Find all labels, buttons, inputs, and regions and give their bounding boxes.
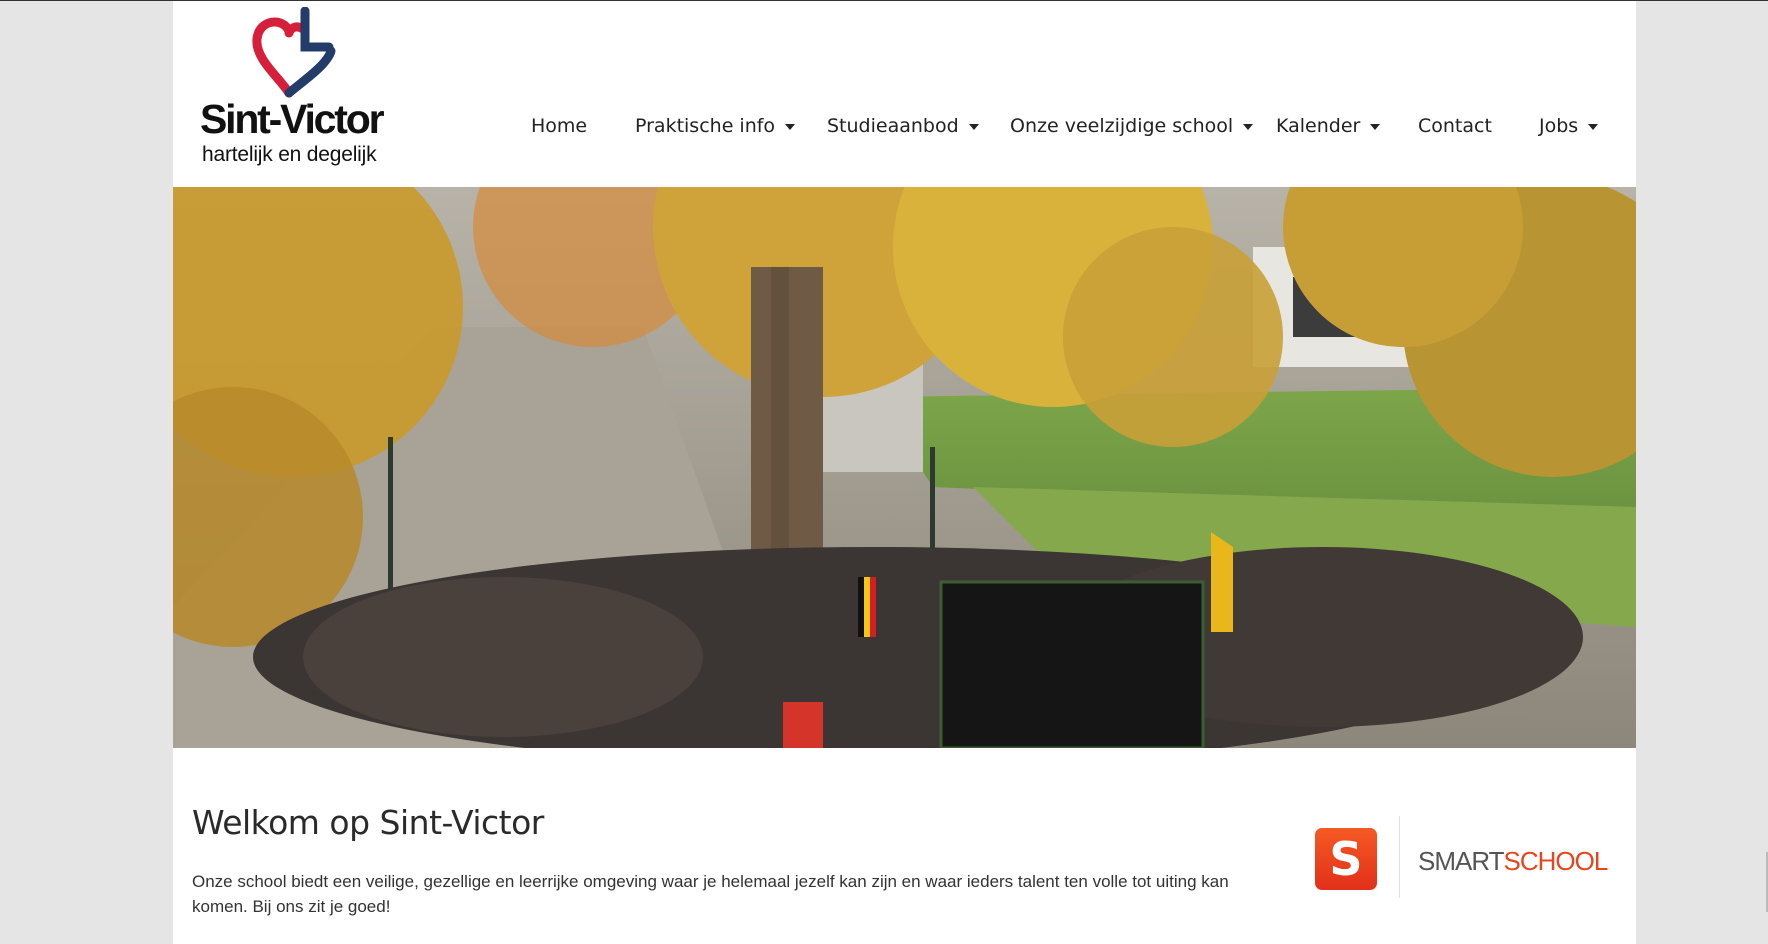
nav-item-label: Praktische info [635,115,776,137]
hero-banner [173,187,1636,748]
caret-down-icon [1243,124,1254,130]
nav-item-studieaanbod[interactable]: Studieaanbod [827,111,979,141]
smartschool-icon-letter: S [1329,832,1363,886]
smartschool-word-part2: SCHOOL [1503,846,1609,876]
intro-paragraph: Onze school biedt een veilige, gezellige… [192,872,1229,916]
caret-down-icon [1370,124,1381,130]
nav-item-label: Jobs [1539,115,1579,137]
page-container: Sint-Victor hartelijk en degelijk Home P… [173,1,1636,944]
nav-item-praktische-info[interactable]: Praktische info [635,111,796,141]
nav-item-label: Contact [1418,115,1492,137]
smartschool-wordmark: SMARTSCHOOL [1418,846,1609,877]
heart-logo-icon [252,7,336,98]
smartschool-logo-icon: S [1315,828,1377,890]
page-title: Welkom op Sint-Victor [192,803,544,842]
main-navigation: Home Praktische info Studieaanbod Onze v… [173,111,1636,141]
caret-down-icon [785,124,796,130]
site-logo[interactable]: Sint-Victor hartelijk en degelijk [200,7,400,167]
nav-item-home[interactable]: Home [531,111,587,141]
nav-item-label: Onze veelzijdige school [1010,115,1234,137]
nav-item-jobs[interactable]: Jobs [1539,111,1599,141]
caret-down-icon [1588,124,1599,130]
nav-item-label: Home [531,115,588,137]
hero-photo-icon [173,187,1636,748]
caret-down-icon [968,124,979,130]
nav-item-kalender[interactable]: Kalender [1276,111,1381,141]
nav-item-label: Kalender [1276,115,1361,137]
divider [1399,816,1400,898]
nav-item-contact[interactable]: Contact [1418,111,1492,141]
nav-item-label: Studieaanbod [827,115,959,137]
nav-item-onze-veelzijdige-school[interactable]: Onze veelzijdige school [1010,111,1254,141]
smartschool-word-part1: SMART [1418,846,1505,876]
logo-tagline: hartelijk en degelijk [202,143,377,166]
smartschool-link[interactable]: S SMARTSCHOOL [1315,816,1615,906]
